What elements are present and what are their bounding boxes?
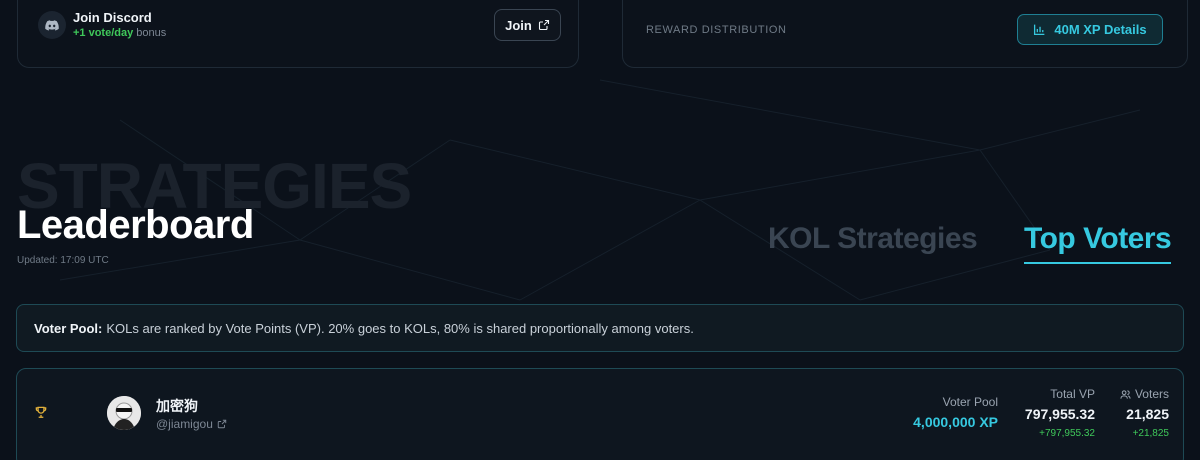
join-discord-button[interactable]: Join	[494, 9, 561, 41]
page-title: Leaderboard	[17, 203, 254, 247]
banner-label: Voter Pool:	[34, 320, 103, 336]
tab-kol-strategies[interactable]: KOL Strategies	[768, 222, 978, 256]
discord-card: Join Discord +1 vote/day bonus Join	[17, 0, 579, 68]
voters-header: Voters	[1120, 387, 1169, 401]
discord-bonus: +1 vote/day bonus	[73, 27, 166, 39]
leaderboard-row[interactable]: 加密狗 @jiamigou Voter Pool 4,000,000 XP To…	[16, 368, 1184, 460]
updated-timestamp: Updated: 17:09 UTC	[17, 255, 109, 266]
bar-chart-icon	[1034, 24, 1045, 36]
total-vp-value: 797,955.32	[1024, 406, 1095, 422]
voter-pool-value: 4,000,000 XP	[913, 414, 998, 430]
voter-pool-label: Voter Pool	[942, 395, 998, 409]
voters-value: 21,825	[1126, 406, 1169, 422]
banner-text: KOLs are ranked by Vote Points (VP). 20%…	[106, 320, 694, 336]
xp-details-label: 40M XP Details	[1054, 22, 1147, 37]
user-name: 加密狗	[156, 398, 198, 414]
tab-top-voters[interactable]: Top Voters	[1024, 222, 1172, 264]
external-link-icon	[538, 19, 549, 31]
voters-delta: +21,825	[1132, 428, 1169, 439]
xp-details-button[interactable]: 40M XP Details	[1017, 14, 1163, 45]
join-button-label: Join	[505, 17, 532, 33]
discord-bonus-highlight: +1 vote/day	[73, 27, 134, 39]
discord-title: Join Discord	[73, 10, 152, 25]
trophy-icon	[35, 406, 47, 418]
avatar	[107, 396, 141, 430]
voters-label: Voters	[1134, 387, 1169, 401]
reward-distribution-card: REWARD DISTRIBUTION 40M XP Details	[622, 0, 1188, 68]
discord-icon	[38, 11, 66, 39]
user-handle-link[interactable]: @jiamigou	[156, 417, 227, 431]
external-link-icon	[217, 419, 227, 429]
discord-bonus-suffix: bonus	[136, 27, 167, 39]
total-vp-label: Total VP	[1050, 387, 1095, 401]
total-vp-delta: +797,955.32	[1039, 428, 1095, 439]
user-handle: @jiamigou	[156, 417, 213, 431]
voter-pool-banner: Voter Pool: KOLs are ranked by Vote Poin…	[16, 304, 1184, 352]
users-icon	[1120, 389, 1131, 399]
reward-distribution-label: REWARD DISTRIBUTION	[646, 24, 787, 36]
